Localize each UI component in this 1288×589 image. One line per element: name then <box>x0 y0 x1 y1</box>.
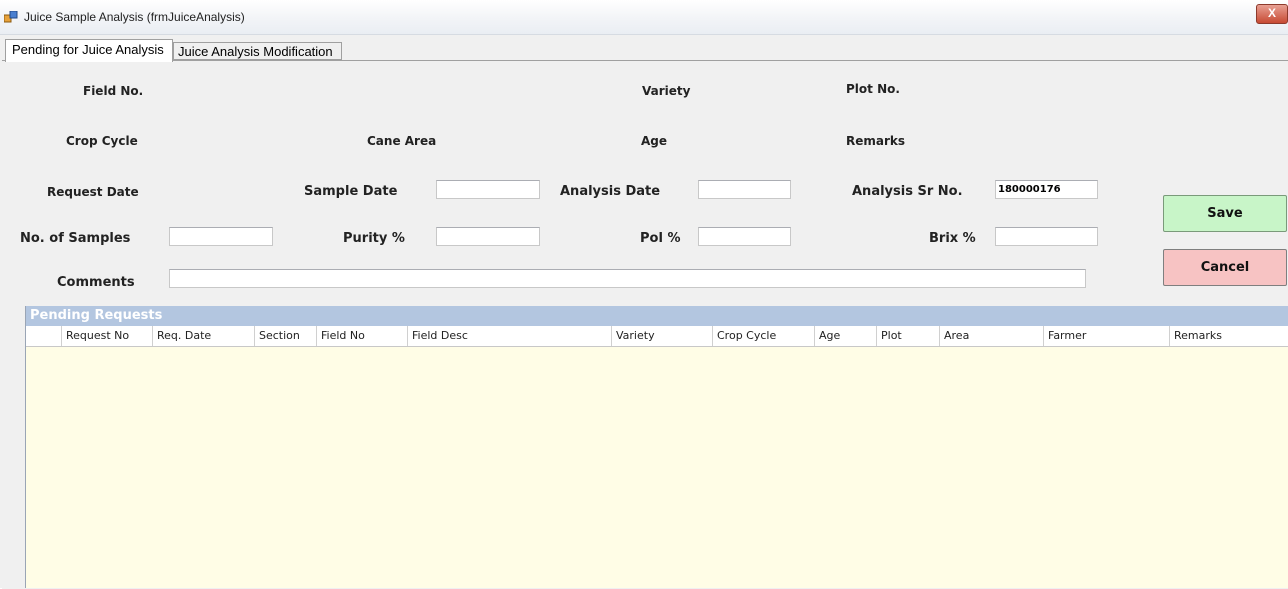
crop-cycle-label: Crop Cycle <box>66 134 138 148</box>
comments-label: Comments <box>57 275 135 290</box>
tab-juice-analysis-modification[interactable]: Juice Analysis Modification <box>173 42 342 60</box>
sample-date-label: Sample Date <box>304 184 398 199</box>
column-header-area[interactable]: Area <box>939 326 1043 346</box>
request-date-label: Request Date <box>47 185 139 199</box>
save-button[interactable]: Save <box>1163 195 1287 232</box>
variety-label: Variety <box>642 84 691 98</box>
remarks-label: Remarks <box>846 134 906 148</box>
purity-input[interactable] <box>436 227 540 246</box>
close-button[interactable]: X <box>1256 4 1288 24</box>
no-of-samples-input[interactable] <box>169 227 273 246</box>
column-header-crop-cycle[interactable]: Crop Cycle <box>712 326 814 346</box>
title-bar: Juice Sample Analysis (frmJuiceAnalysis)… <box>0 0 1288 35</box>
plot-no-label: Plot No. <box>846 82 900 96</box>
column-header-section[interactable]: Section <box>254 326 316 346</box>
column-header-variety[interactable]: Variety <box>611 326 712 346</box>
sample-date-input[interactable] <box>436 180 540 199</box>
analysis-date-label: Analysis Date <box>560 184 661 199</box>
column-header-request-no[interactable]: Request No <box>61 326 152 346</box>
pending-requests-grid[interactable]: Pending Requests Request No Req. Date Se… <box>25 306 1288 588</box>
grid-title: Pending Requests <box>26 306 1288 326</box>
juice-analysis-window: Juice Sample Analysis (frmJuiceAnalysis)… <box>0 0 1288 589</box>
purity-label: Purity % <box>343 231 405 246</box>
pol-input[interactable] <box>698 227 791 246</box>
column-header-remarks[interactable]: Remarks <box>1169 326 1288 346</box>
no-of-samples-label: No. of Samples <box>20 231 131 246</box>
column-header-farmer[interactable]: Farmer <box>1043 326 1169 346</box>
column-header-req-date[interactable]: Req. Date <box>152 326 254 346</box>
column-header-plot[interactable]: Plot <box>876 326 939 346</box>
analysis-date-input[interactable] <box>698 180 791 199</box>
column-header-field-desc[interactable]: Field Desc <box>407 326 611 346</box>
brix-input[interactable] <box>995 227 1098 246</box>
column-header-age[interactable]: Age <box>814 326 876 346</box>
tab-pending-juice-analysis[interactable]: Pending for Juice Analysis <box>5 39 173 62</box>
brix-label: Brix % <box>929 231 976 246</box>
cane-area-label: Cane Area <box>367 134 437 148</box>
field-no-label: Field No. <box>83 84 144 98</box>
pol-label: Pol % <box>640 231 681 246</box>
grid-body[interactable] <box>26 347 1288 588</box>
comments-input[interactable] <box>169 269 1086 288</box>
analysis-sr-no-label: Analysis Sr No. <box>852 184 963 199</box>
app-icon <box>4 11 18 23</box>
age-label: Age <box>641 134 668 148</box>
column-header-field-no[interactable]: Field No <box>316 326 407 346</box>
analysis-sr-no-input[interactable] <box>995 180 1098 199</box>
window-title: Juice Sample Analysis (frmJuiceAnalysis) <box>24 10 245 24</box>
grid-header: Request No Req. Date Section Field No Fi… <box>26 326 1288 347</box>
cancel-button[interactable]: Cancel <box>1163 249 1287 286</box>
